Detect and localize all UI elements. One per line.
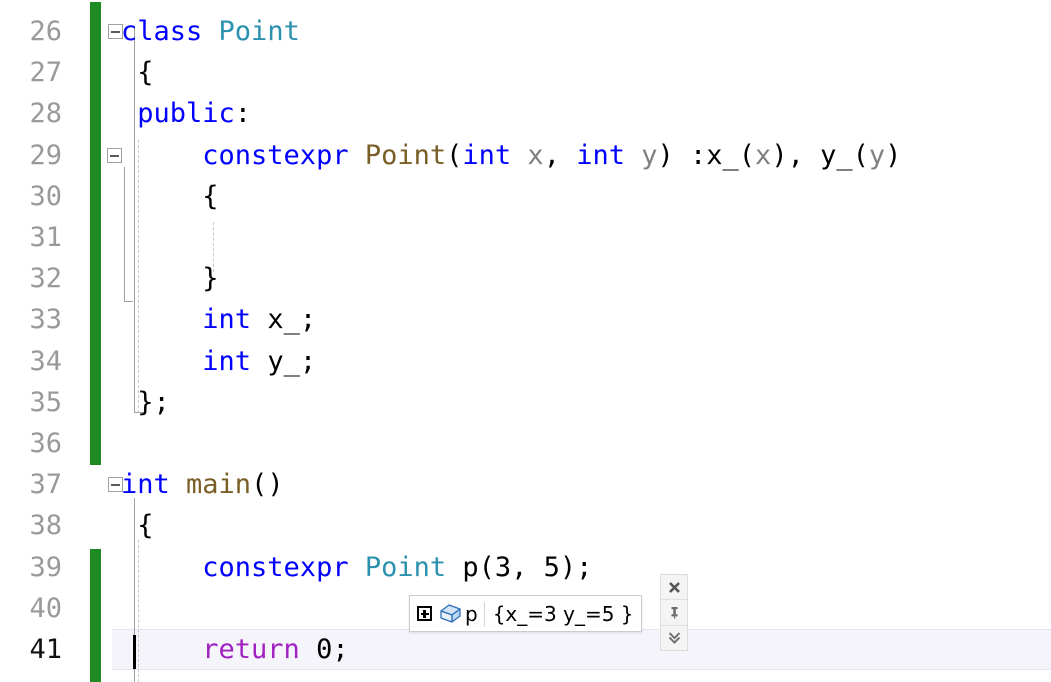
code-text[interactable]: constexpr Point p(3, 5); xyxy=(121,547,592,588)
code-text[interactable]: { xyxy=(121,505,154,546)
line-number: 41 xyxy=(29,634,62,665)
code-token-function: Point xyxy=(364,139,447,171)
code-token-plain: ) :x_( xyxy=(657,139,756,171)
line-number: 37 xyxy=(29,469,62,501)
line-number: 38 xyxy=(29,510,62,542)
code-text[interactable]: int x_; xyxy=(121,299,316,340)
code-line[interactable]: 34 int y_; xyxy=(0,341,1051,382)
code-token-plain: { xyxy=(121,57,154,89)
close-icon xyxy=(668,581,680,593)
code-token-plain: x_; xyxy=(267,304,317,336)
datatip-variable-name: p xyxy=(465,601,478,626)
code-token-function: main xyxy=(186,469,252,501)
debugger-datatip[interactable]: p {x_=3 y_=5 } xyxy=(409,595,642,632)
code-token-plain: 0; xyxy=(316,634,349,665)
code-token-plain: } xyxy=(121,263,219,295)
outlining-collapse-icon[interactable] xyxy=(107,147,122,163)
code-token-parameter: x xyxy=(527,139,544,171)
code-token-plain: ), y_( xyxy=(771,139,869,171)
code-token-type: Point xyxy=(364,551,447,583)
code-token-keyword: public xyxy=(121,98,235,130)
datatip-toolbar[interactable] xyxy=(660,574,688,651)
code-line[interactable]: 29 constexpr Point(int x, int y) :x_(x),… xyxy=(0,135,1051,176)
code-line[interactable]: 37 int main() xyxy=(0,464,1051,505)
code-text[interactable]: int y_; xyxy=(121,341,316,382)
code-token-control: return xyxy=(121,634,317,665)
code-text[interactable]: public: xyxy=(121,93,251,134)
code-token-plain: : xyxy=(234,98,252,130)
code-token-type: Point xyxy=(218,16,300,47)
code-text[interactable]: constexpr Point(int x, int y) :x_(x), y_… xyxy=(121,135,901,176)
code-text[interactable]: { xyxy=(121,52,154,93)
code-line[interactable]: 41 return 0; xyxy=(0,629,1051,670)
line-number: 39 xyxy=(29,551,62,583)
code-token-parameter: x xyxy=(755,139,772,171)
datatip-expand-button[interactable] xyxy=(661,626,687,650)
code-token-plain: ( xyxy=(446,139,463,171)
code-token-keyword: int xyxy=(121,304,268,336)
code-text[interactable]: return 0; xyxy=(121,629,349,670)
line-number: 40 xyxy=(29,592,62,624)
pin-icon xyxy=(671,606,677,619)
code-line[interactable]: 32 } xyxy=(0,258,1051,299)
line-number: 34 xyxy=(29,345,62,377)
line-number: 32 xyxy=(29,263,62,295)
code-token-parameter: y xyxy=(641,139,658,171)
code-line[interactable]: 30 { xyxy=(0,176,1051,217)
code-token-keyword: int xyxy=(576,139,642,171)
line-number: 35 xyxy=(29,386,62,418)
code-token-keyword: constexpr xyxy=(121,139,365,171)
code-token-plain: , xyxy=(543,139,577,171)
line-number: 30 xyxy=(29,180,62,212)
code-text[interactable]: int main() xyxy=(121,464,284,505)
code-text[interactable]: }; xyxy=(121,382,170,423)
chevron-double-down-icon xyxy=(668,632,680,645)
code-token-parameter: y xyxy=(868,139,886,171)
line-number: 29 xyxy=(29,139,62,171)
code-token-plain: { xyxy=(121,180,219,212)
line-number: 26 xyxy=(29,16,62,47)
line-number: 28 xyxy=(29,98,62,130)
code-line[interactable]: 27 { xyxy=(0,52,1051,93)
code-token-keyword: int xyxy=(121,345,268,377)
code-token-plain: ) xyxy=(885,139,902,171)
code-token-plain: () xyxy=(251,469,284,501)
code-line[interactable]: 38 { xyxy=(0,505,1051,546)
datatip-variable-value[interactable]: {x_=3 y_=5 } xyxy=(485,603,634,625)
code-token-keyword: class xyxy=(121,16,219,47)
code-editor-surface[interactable]: 26 class Point 27 {28 public: 29 constexpr … xyxy=(0,0,1051,682)
datatip-close-button[interactable] xyxy=(661,575,687,601)
code-token-keyword: constexpr xyxy=(121,551,365,583)
code-line[interactable]: 33 int x_; xyxy=(0,299,1051,340)
code-line[interactable]: 39 constexpr Point p(3, 5); xyxy=(0,547,1051,588)
line-number: 27 xyxy=(29,57,62,89)
object-box-icon xyxy=(440,603,461,623)
code-text[interactable]: } xyxy=(121,258,219,299)
code-token-plain: }; xyxy=(121,386,170,418)
code-line[interactable]: 31 xyxy=(0,217,1051,258)
code-line[interactable]: 36 xyxy=(0,423,1051,464)
line-number: 31 xyxy=(29,222,62,253)
code-text[interactable]: class Point xyxy=(121,11,300,52)
code-token-plain: p(3, 5); xyxy=(446,551,593,583)
code-token-keyword: int xyxy=(462,139,528,171)
line-number: 36 xyxy=(29,428,62,459)
code-token-plain: { xyxy=(121,510,154,542)
code-line[interactable]: 26 class Point xyxy=(0,11,1051,52)
code-token-plain: y_; xyxy=(267,345,317,377)
datatip-pin-button[interactable] xyxy=(661,600,687,626)
code-line[interactable]: 35 }; xyxy=(0,382,1051,423)
datatip-expander-icon[interactable] xyxy=(417,606,432,621)
line-number: 33 xyxy=(29,304,62,336)
code-line[interactable]: 28 public: xyxy=(0,93,1051,134)
code-text[interactable]: { xyxy=(121,176,219,217)
code-token-keyword: int xyxy=(121,469,187,501)
